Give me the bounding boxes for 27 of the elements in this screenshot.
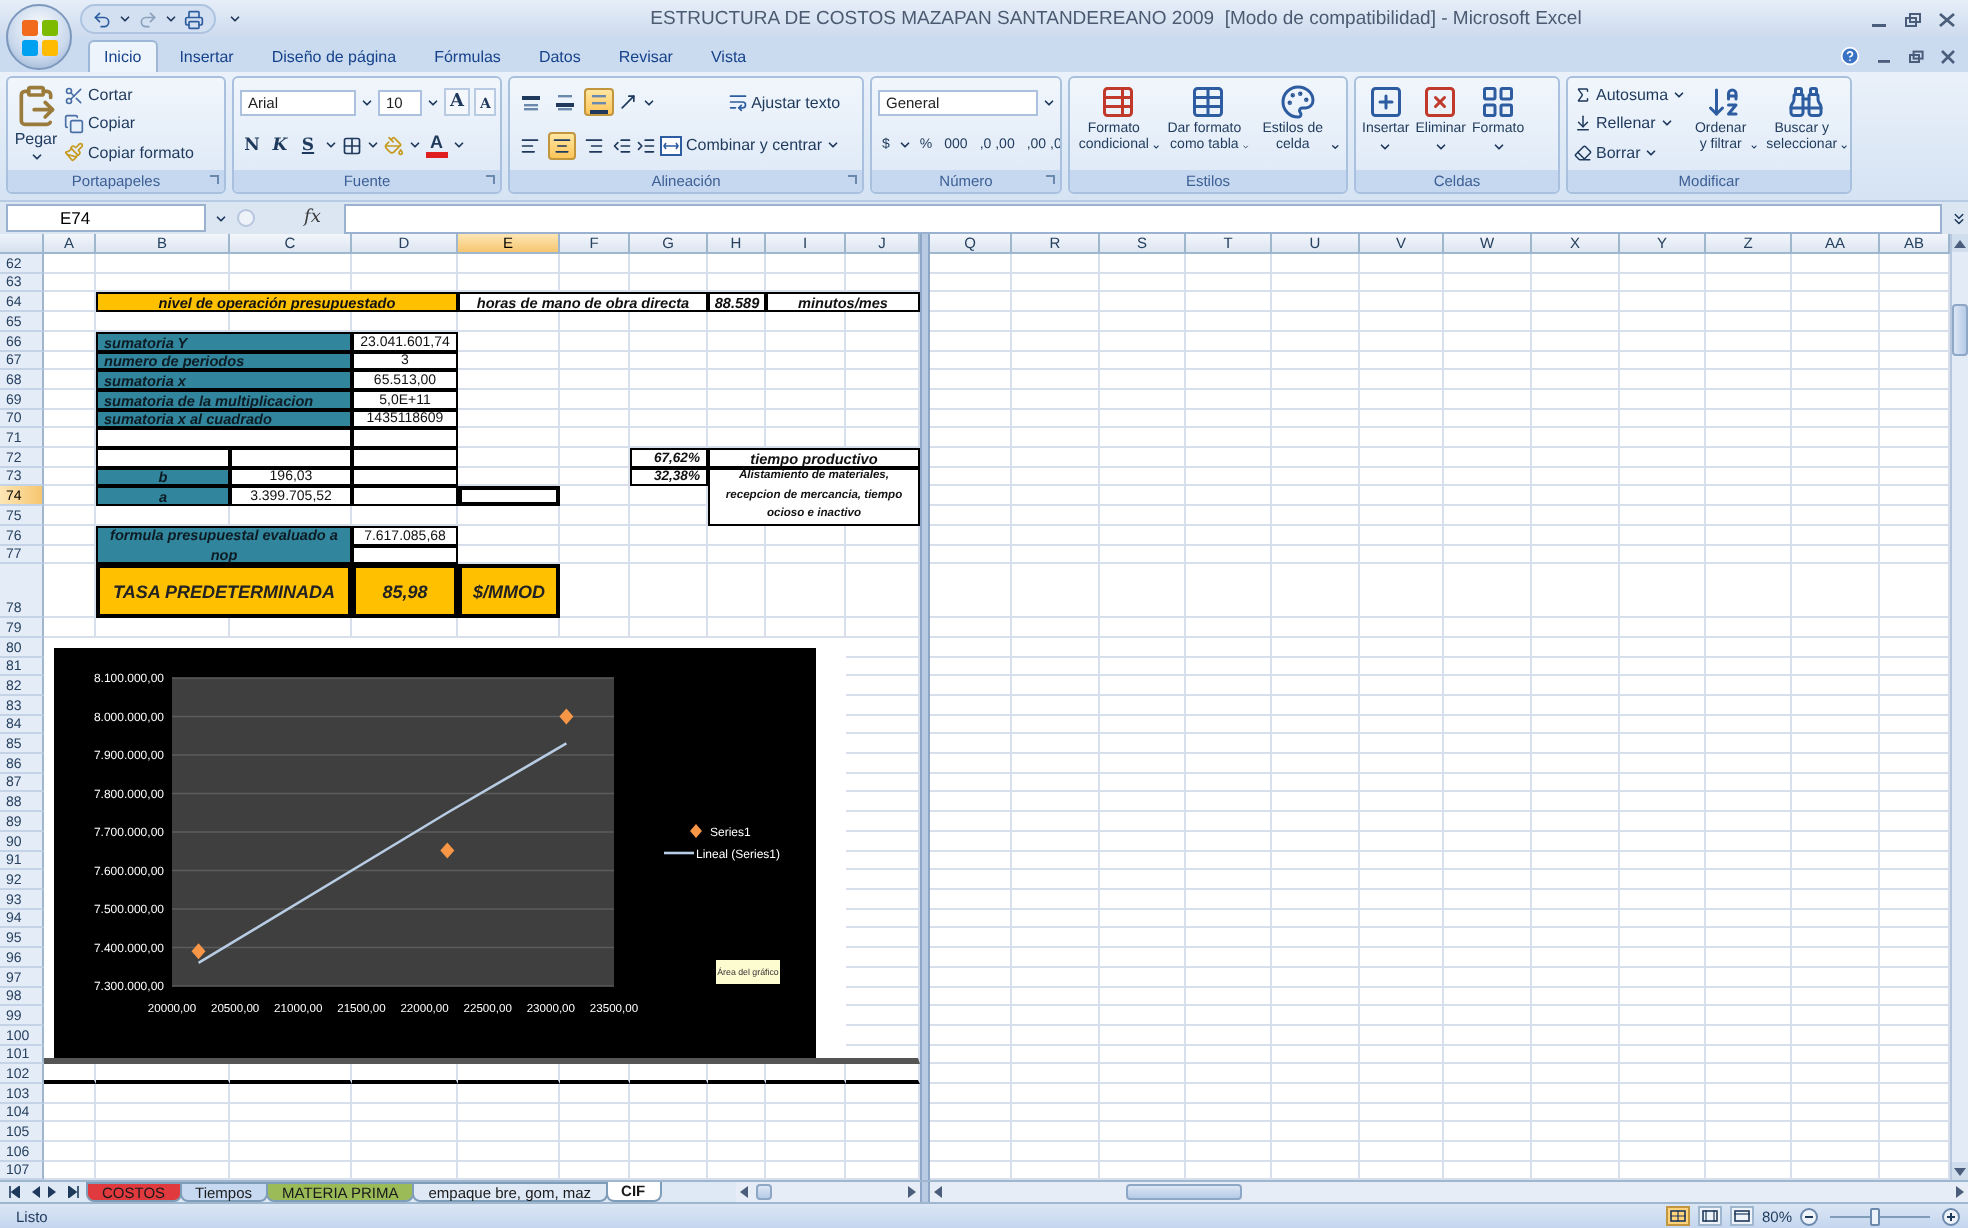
clipboard-button[interactable]: Copiar formato [88, 143, 194, 162]
clipboard-button[interactable]: Cortar [88, 86, 133, 105]
cell[interactable]: $/MMOD [458, 564, 560, 618]
insert-function-button[interactable]: fx [304, 208, 321, 228]
font-color-button[interactable]: A [426, 132, 447, 159]
grow-font-button[interactable]: A [444, 88, 470, 117]
ribbon-tab[interactable]: Revisar [602, 40, 689, 72]
clipboard-button[interactable]: Copiar [88, 114, 136, 133]
editing-button[interactable]: Autosuma [1596, 86, 1669, 105]
cell[interactable]: TASA PREDETERMINADA [96, 564, 352, 618]
paste-button[interactable]: Pegar [14, 130, 58, 148]
editing-button[interactable]: Rellenar [1596, 114, 1656, 133]
merge-center-button[interactable]: Combinar y centrar [686, 136, 823, 155]
wrap-text-button[interactable]: Ajustar texto [751, 93, 841, 112]
font-style-button[interactable]: N [240, 131, 264, 160]
ribbon-tab[interactable]: Insertar [163, 40, 250, 72]
ribbon-tab[interactable]: Datos [522, 40, 597, 72]
name-box[interactable]: E74 [6, 204, 206, 232]
ribbon-tab[interactable]: Vista [694, 40, 763, 72]
editing-button[interactable]: Borrar [1596, 143, 1641, 162]
ribbon-tab[interactable]: Fórmulas [418, 40, 517, 72]
ribbon-tab[interactable]: Inicio [88, 40, 158, 72]
ribbon-tab[interactable]: Diseño de página [255, 40, 413, 72]
font-style-button[interactable]: K [268, 131, 292, 160]
cell[interactable]: 85,98 [352, 564, 458, 618]
window-title: ESTRUCTURA DE COSTOS MAZAPAN SANTANDEREANO 2009 [Modo de compatibilidad] - Microsoft Excel [648, 8, 1584, 30]
font-style-button[interactable]: S [296, 131, 320, 160]
